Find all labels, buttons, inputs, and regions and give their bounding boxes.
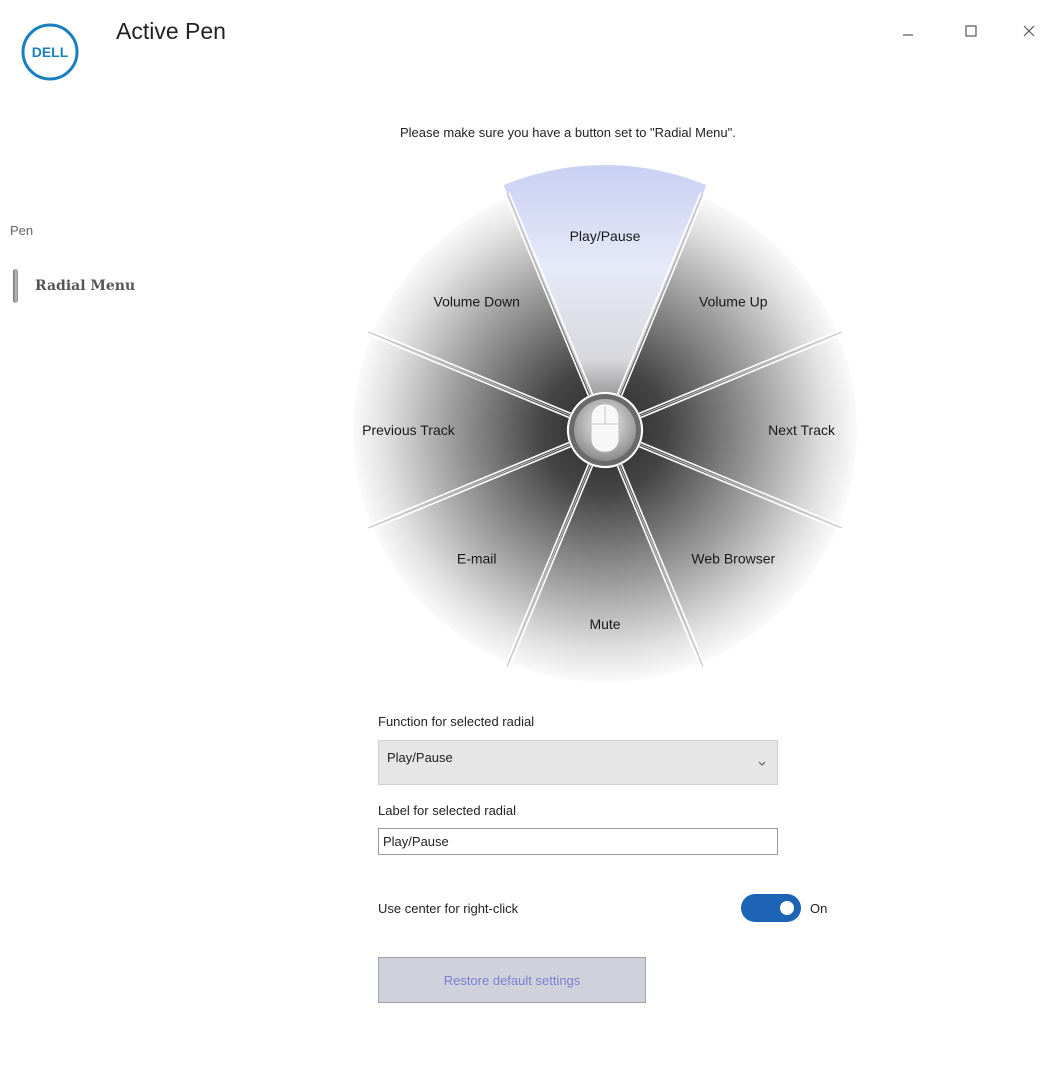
radial-label-play-pause: Play/Pause — [570, 228, 641, 244]
maximize-button[interactable] — [951, 14, 991, 48]
radial-label-volume-down: Volume Down — [434, 294, 520, 310]
radial-label-previous-track: Previous Track — [362, 422, 456, 438]
center-button[interactable] — [569, 394, 641, 466]
radial-menu-wheel: Play/Pause Volume Up Next Track Web Browser… — [350, 160, 860, 685]
pen-mouse-icon — [590, 403, 620, 453]
radial-label-web-browser: Web Browser — [691, 550, 775, 566]
radial-label-next-track: Next Track — [768, 422, 836, 438]
minimize-button[interactable] — [888, 14, 928, 48]
radial-label-e-mail: E-mail — [457, 550, 497, 566]
app-title: Active Pen — [116, 18, 226, 44]
sidebar-item-radial-menu[interactable]: Radial Menu — [10, 266, 200, 306]
minimize-icon — [903, 34, 913, 36]
sidebar-section-pen: Pen — [10, 223, 34, 238]
right-click-toggle[interactable] — [741, 894, 801, 922]
svg-text:DELL: DELL — [32, 44, 69, 60]
close-button[interactable] — [1009, 14, 1049, 48]
sidebar-item-label: Radial Menu — [35, 278, 136, 294]
function-select-value: Play/Pause — [387, 750, 453, 765]
function-field-label: Function for selected radial — [378, 714, 535, 729]
toggle-knob — [780, 901, 794, 915]
radial-label-mute: Mute — [589, 616, 620, 632]
chevron-down-icon — [758, 761, 766, 766]
dell-logo: DELL — [21, 23, 79, 81]
function-select[interactable]: Play/Pause — [378, 740, 778, 785]
restore-defaults-button[interactable]: Restore default settings — [378, 957, 646, 1003]
maximize-icon — [965, 25, 977, 37]
radial-menu-hint: Please make sure you have a button set t… — [400, 125, 736, 140]
active-pen-window: DELL Active Pen Pen Radial Menu Please m… — [0, 0, 1061, 1090]
radial-label-volume-up: Volume Up — [699, 294, 768, 310]
label-field-label: Label for selected radial — [378, 803, 517, 818]
selection-indicator — [13, 269, 18, 303]
label-input[interactable] — [378, 828, 778, 855]
toggle-state-text: On — [810, 901, 828, 916]
right-click-toggle-label: Use center for right-click — [378, 901, 519, 916]
close-icon — [1023, 25, 1035, 37]
